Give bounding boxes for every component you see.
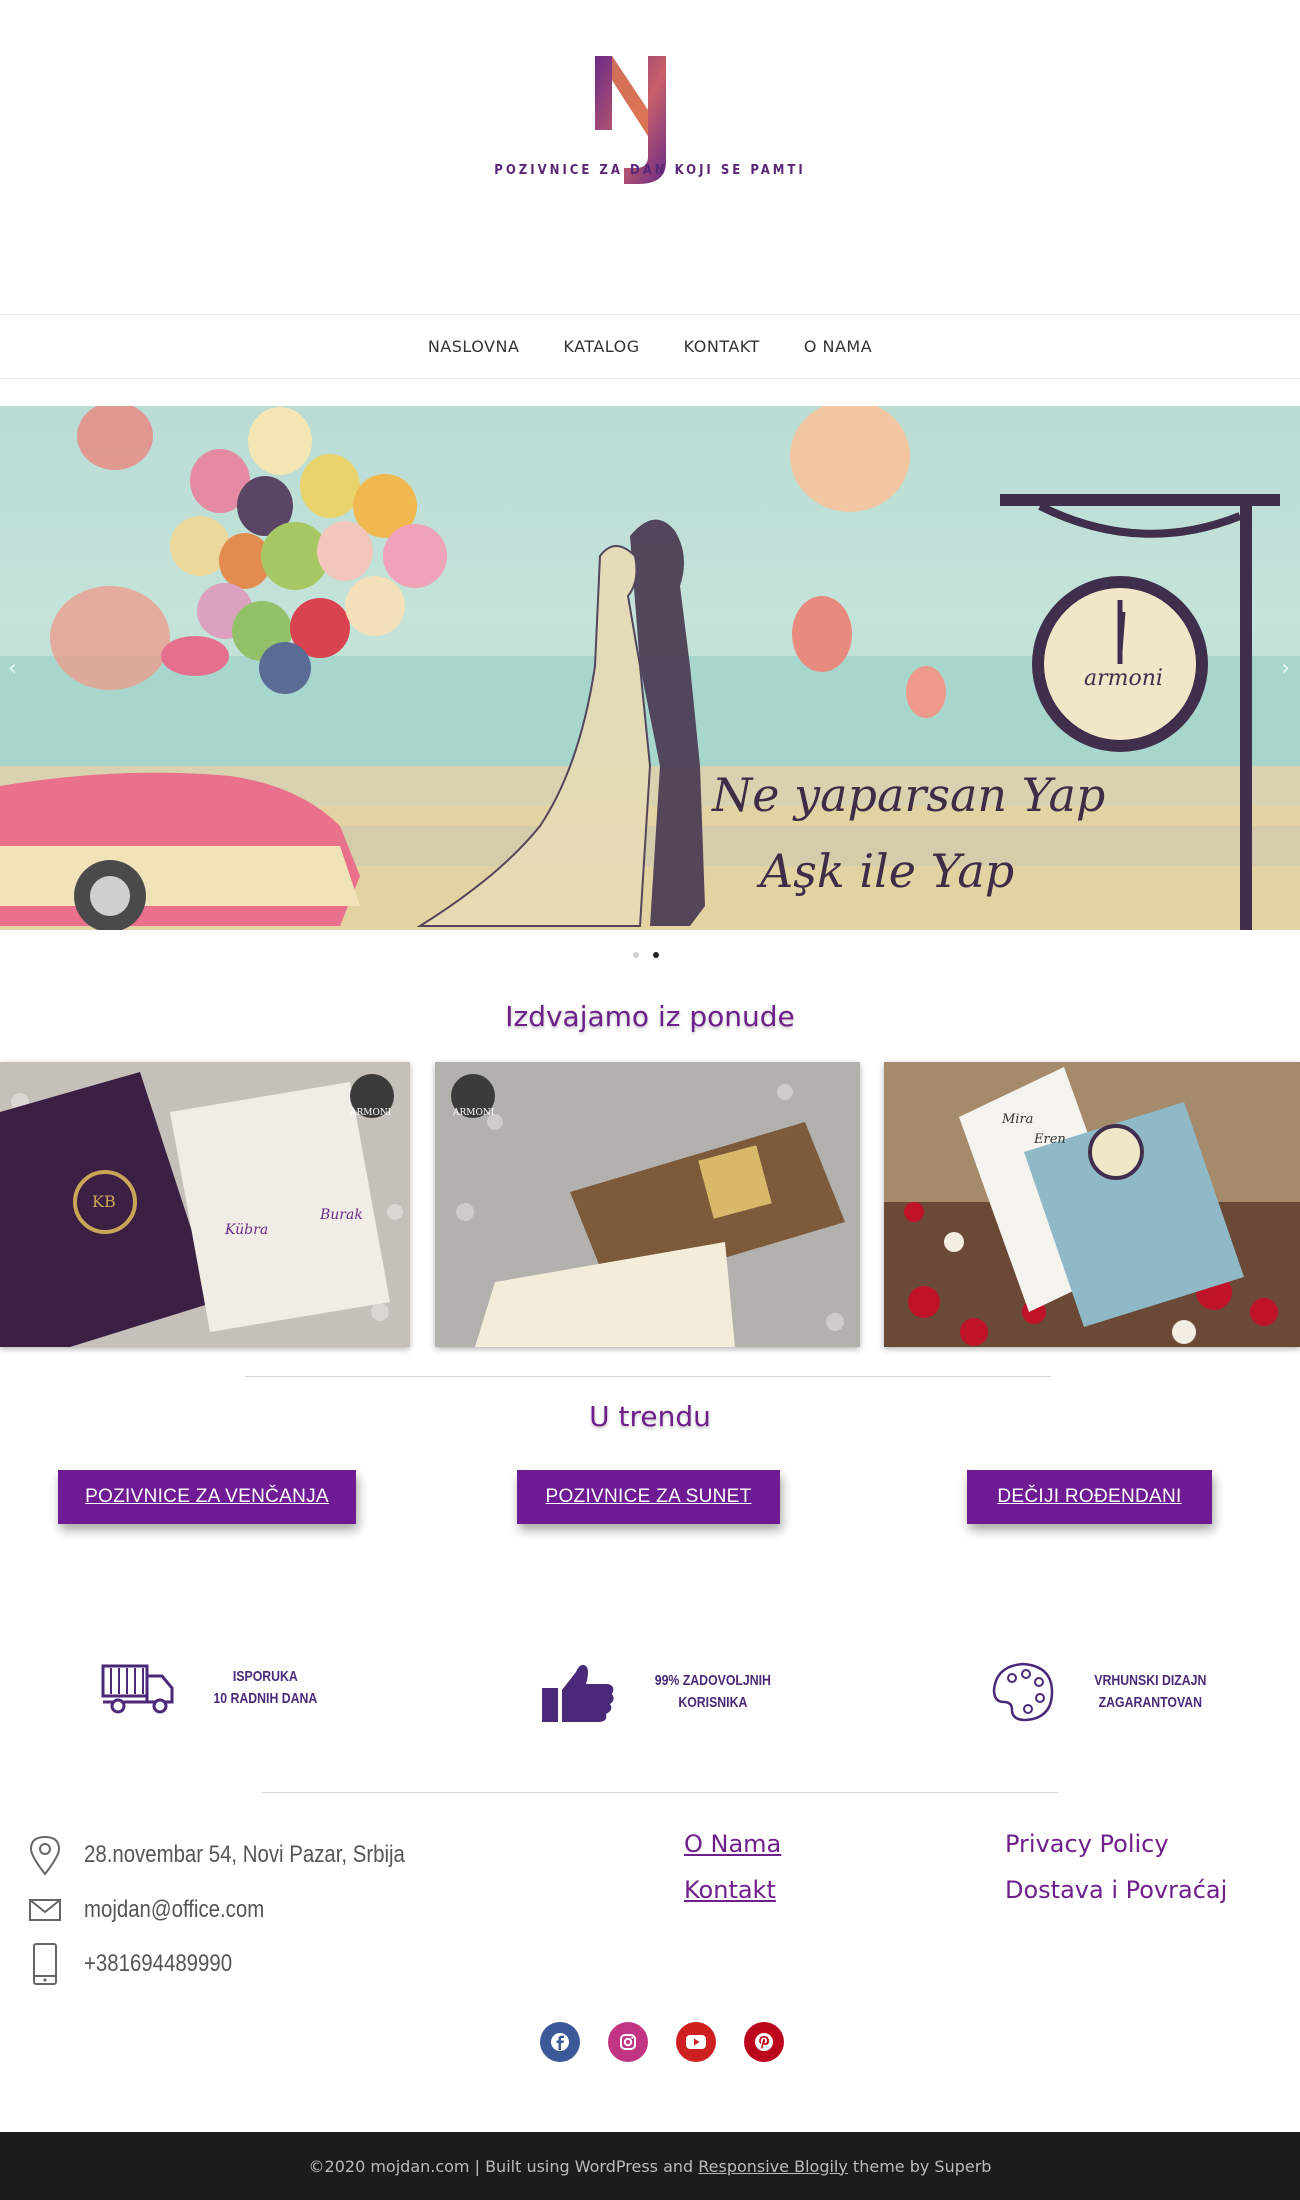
card-name-right: Eren <box>1034 1132 1066 1147</box>
email-text[interactable]: mojdan@office.com <box>84 1896 264 1924</box>
invitation-photo-1 <box>0 1062 410 1347</box>
contact-phone: +381694489990 <box>28 1942 258 1986</box>
main-nav: NASLOVNA KATALOG KONTAKT O NAMA <box>0 314 1300 379</box>
footer-link-kontakt[interactable]: Kontakt <box>684 1876 776 1904</box>
nav-item-o-nama[interactable]: O NAMA <box>804 337 872 356</box>
card-name-right: Burak <box>320 1207 363 1223</box>
feature-satisfaction: 99% ZADOVOLJNIH KORISNIKA <box>540 1660 784 1724</box>
featured-card-3[interactable]: Mira Eren <box>884 1062 1300 1347</box>
card-brand: ARMONI <box>453 1108 495 1118</box>
instagram-icon <box>620 2034 636 2050</box>
nav-item-katalog[interactable]: KATALOG <box>563 337 639 356</box>
card-name-left: Kübra <box>225 1222 269 1238</box>
sunet-invitations-button[interactable]: POZIVNICE ZA SUNET <box>517 1470 780 1524</box>
slider-pagination <box>633 952 659 958</box>
feature-design-text: VRHUNSKI DIZAJN ZAGARANTOVAN <box>1094 1672 1207 1711</box>
site-logo[interactable] <box>0 50 1300 240</box>
location-pin-icon <box>29 1835 61 1876</box>
phone-icon <box>33 1943 57 1985</box>
hero-headline-2: Aşk ile Yap <box>760 844 1015 898</box>
palette-icon <box>992 1662 1054 1722</box>
feature-satisfaction-text: 99% ZADOVOLJNIH KORISNIKA <box>654 1672 771 1711</box>
hero-headline-1: Ne yaparsan Yap <box>712 768 1106 822</box>
footer-credit: theme by Superb <box>847 2156 992 2176</box>
envelope-icon <box>29 1899 61 1921</box>
instagram-button[interactable] <box>608 2022 648 2062</box>
phone-text[interactable]: +381694489990 <box>84 1950 232 1978</box>
truck-icon <box>101 1664 174 1714</box>
nav-item-naslovna[interactable]: NASLOVNA <box>428 337 520 356</box>
slider-prev-arrow-icon[interactable]: ‹ <box>8 656 17 681</box>
hero-slider: armoni Ne yaparsan Yap Aşk ile Yap ‹ › <box>0 406 1300 930</box>
youtube-button[interactable] <box>676 2022 716 2062</box>
contact-address: 28.novembar 54, Novi Pazar, Srbija <box>28 1834 462 1876</box>
card-brand: ARMONI <box>350 1108 392 1118</box>
footer-theme-link[interactable]: Responsive Blogily <box>698 2157 848 2176</box>
footer-link-dostava[interactable]: Dostava i Povraćaj <box>1005 1876 1227 1904</box>
featured-card-1[interactable]: ARMONI KB Kübra Burak <box>0 1062 410 1347</box>
contact-email: mojdan@office.com <box>28 1896 296 1924</box>
site-footer: ©2020 mojdan.com | Built using WordPress… <box>0 2132 1300 2200</box>
slider-dot-2[interactable] <box>653 952 659 958</box>
feature-design: VRHUNSKI DIZAJN ZAGARANTOVAN <box>990 1660 1219 1724</box>
pinterest-icon <box>755 2033 773 2051</box>
site-tagline: POZIVNICE ZA DAN KOJI SE PAMTI <box>494 163 806 178</box>
wedding-invitations-button[interactable]: POZIVNICE ZA VENČANJA <box>58 1470 356 1524</box>
feature-delivery-text: ISPORUKA 10 RADNIH DANA <box>213 1668 318 1707</box>
slider-dot-1[interactable] <box>633 952 639 958</box>
facebook-button[interactable] <box>540 2022 580 2062</box>
facebook-icon <box>551 2033 569 2051</box>
card-name-left: Mira <box>1002 1112 1034 1127</box>
trend-section-title: U trendu <box>589 1400 711 1433</box>
nav-item-kontakt[interactable]: KONTAKT <box>684 337 760 356</box>
slider-next-arrow-icon[interactable]: › <box>1281 656 1290 681</box>
address-text: 28.novembar 54, Novi Pazar, Srbija <box>84 1841 405 1868</box>
featured-cards: ARMONI KB Kübra Burak ARMONI Mira Eren <box>0 1062 1300 1347</box>
kids-birthdays-button[interactable]: DEČIJI ROĐENDANI <box>967 1470 1212 1524</box>
footer-copyright: ©2020 mojdan.com | Built using WordPress… <box>308 2156 699 2176</box>
featured-section-title: Izdvajamo iz ponude <box>505 1000 795 1033</box>
pinterest-button[interactable] <box>744 2022 784 2062</box>
footer-link-o-nama[interactable]: O Nama <box>684 1830 781 1858</box>
feature-delivery: ISPORUKA 10 RADNIH DANA <box>100 1660 329 1716</box>
invitation-photo-3 <box>884 1062 1300 1347</box>
featured-card-2[interactable]: ARMONI <box>435 1062 860 1347</box>
card-monogram: KB <box>92 1192 116 1211</box>
clock-brand-text: armoni <box>1084 666 1163 691</box>
footer-divider <box>262 1792 1058 1793</box>
footer-link-privacy-policy[interactable]: Privacy Policy <box>1005 1830 1169 1858</box>
thumbs-up-icon <box>542 1664 614 1722</box>
youtube-icon <box>686 2035 706 2049</box>
invitation-photo-2 <box>435 1062 860 1347</box>
section-divider <box>245 1376 1051 1377</box>
